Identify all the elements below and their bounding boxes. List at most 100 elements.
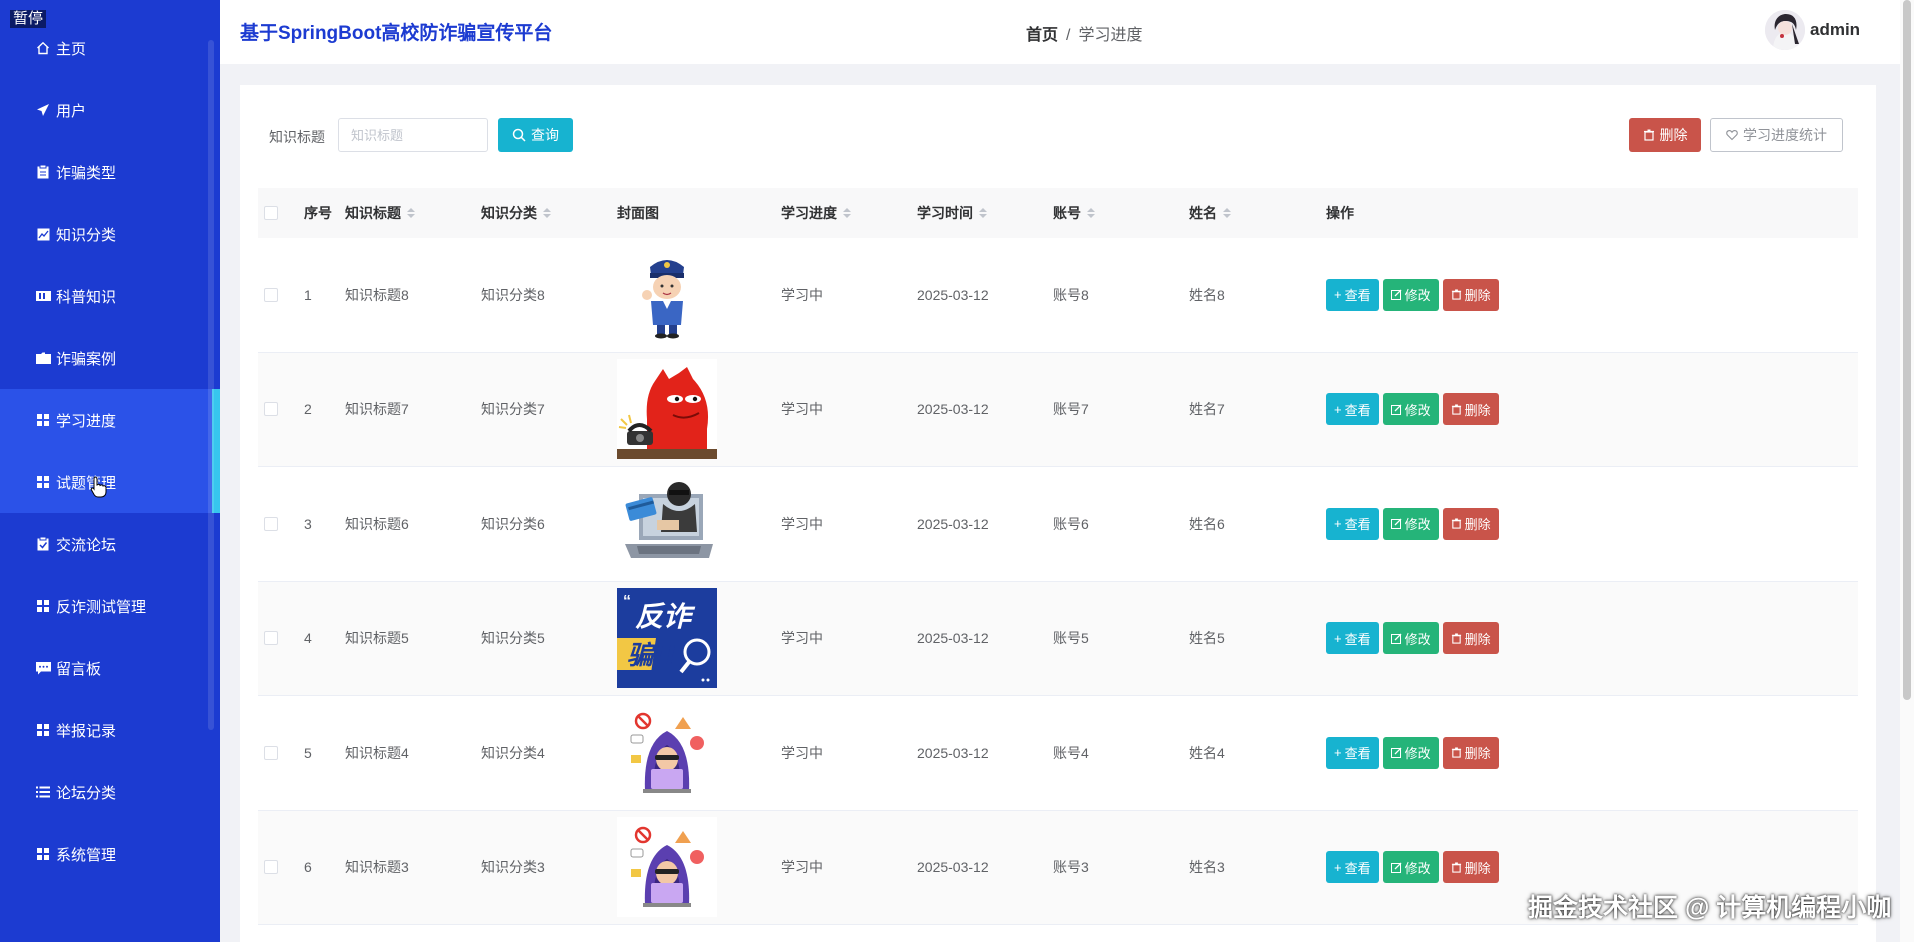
row-checkbox[interactable] — [264, 860, 278, 875]
delete-button[interactable]: 删除 — [1442, 393, 1499, 426]
progress-stats-button[interactable]: 学习进度统计 — [1710, 118, 1843, 152]
sort-caret-icon[interactable] — [843, 208, 851, 218]
cell-text: 知识分类8 — [481, 286, 545, 303]
sort-caret-icon[interactable] — [1223, 208, 1231, 218]
sidebar-item-9[interactable]: 交流论坛 — [0, 513, 220, 575]
sidebar-item-13[interactable]: 论坛分类 — [0, 761, 220, 823]
row-select-cell[interactable] — [264, 696, 278, 810]
sidebar-item-14[interactable]: 系统管理 — [0, 823, 220, 885]
cell-text: 知识标题7 — [345, 401, 409, 418]
anti-fraud-poster-cover[interactable]: “反诈 骗!! — [617, 588, 717, 689]
avatar[interactable] — [1765, 10, 1805, 50]
sidebar-item-1[interactable]: 主页 — [0, 17, 220, 79]
sort-caret-icon[interactable] — [979, 208, 987, 218]
delete-button[interactable]: 删除 — [1442, 851, 1499, 884]
sort-caret-icon[interactable] — [407, 208, 415, 218]
row-select-cell[interactable] — [264, 353, 278, 467]
title-search-input[interactable] — [338, 118, 488, 152]
view-button[interactable]: + 查看 — [1326, 278, 1379, 311]
hooded-hacker-cover[interactable] — [617, 702, 717, 803]
delete-button[interactable]: 删除 — [1442, 736, 1499, 769]
edit-icon — [1390, 518, 1402, 530]
delete-button-label: 删除 — [1464, 860, 1491, 876]
username[interactable]: admin — [1810, 20, 1860, 40]
content-card: 知识标题 查询 删除 学习进度统计 序号知识标题知识分类封面图学习进度学习时间账… — [240, 85, 1876, 942]
edit-button[interactable]: 修改 — [1382, 393, 1439, 426]
sidebar-item-label: 留言板 — [56, 660, 102, 678]
column-header-6[interactable]: 学习时间 — [917, 188, 987, 238]
edit-button[interactable]: 修改 — [1382, 507, 1439, 540]
sidebar-item-7[interactable]: 学习进度 — [0, 389, 220, 451]
row-select-cell[interactable] — [264, 238, 278, 352]
police-cover[interactable] — [617, 244, 717, 345]
cell-text: 1 — [304, 286, 312, 303]
search-button[interactable]: 查询 — [498, 118, 573, 152]
sidebar-item-8[interactable]: 试题管理 — [0, 451, 220, 513]
row-select-cell[interactable] — [264, 811, 278, 925]
header-select-all[interactable] — [264, 188, 278, 238]
delete-button[interactable]: 删除 — [1442, 622, 1499, 655]
delete-button[interactable]: 删除 — [1442, 507, 1499, 540]
progress-stats-label: 学习进度统计 — [1743, 127, 1827, 143]
sidebar-item-6[interactable]: 诈骗案例 — [0, 327, 220, 389]
sidebar-item-3[interactable]: 诈骗类型 — [0, 141, 220, 203]
cell-text: 2025-03-12 — [917, 859, 989, 876]
row-select-cell[interactable] — [264, 467, 278, 581]
column-header-label: 知识标题 — [345, 205, 401, 221]
column-header-2[interactable]: 知识标题 — [345, 188, 415, 238]
view-button[interactable]: + 查看 — [1326, 507, 1379, 540]
sort-caret-icon[interactable] — [1087, 208, 1095, 218]
scrollbar-thumb[interactable] — [1903, 0, 1911, 700]
edit-button[interactable]: 修改 — [1382, 622, 1439, 655]
row-checkbox[interactable] — [264, 287, 278, 302]
column-header-1: 序号 — [304, 188, 332, 238]
cell-text: 账号8 — [1053, 286, 1089, 303]
sidebar-item-label: 诈骗类型 — [56, 164, 117, 182]
breadcrumb-separator: / — [1066, 27, 1071, 44]
batch-delete-button[interactable]: 删除 — [1629, 118, 1701, 152]
sidebar-item-5[interactable]: 科普知识 — [0, 265, 220, 327]
red-monster-cover[interactable] — [617, 359, 717, 460]
edit-icon — [1390, 289, 1402, 301]
breadcrumb-home[interactable]: 首页 — [1026, 27, 1058, 44]
sort-caret-icon[interactable] — [543, 208, 551, 218]
row-checkbox[interactable] — [264, 516, 278, 531]
cell-time: 2025-03-12 — [917, 582, 989, 696]
cell-text: 5 — [304, 744, 312, 761]
edit-button[interactable]: 修改 — [1382, 736, 1439, 769]
clipboard-icon — [34, 165, 52, 179]
sidebar-item-4[interactable]: 知识分类 — [0, 203, 220, 265]
view-button[interactable]: + 查看 — [1326, 622, 1379, 655]
delete-button[interactable]: 删除 — [1442, 278, 1499, 311]
view-button[interactable]: + 查看 — [1326, 851, 1379, 884]
column-header-8[interactable]: 姓名 — [1189, 188, 1231, 238]
row-select-cell[interactable] — [264, 582, 278, 696]
view-button[interactable]: + 查看 — [1326, 736, 1379, 769]
top-header: 基于SpringBoot高校防诈骗宣传平台 首页 / 学习进度 admin — [220, 0, 1914, 64]
row-checkbox[interactable] — [264, 402, 278, 417]
cell-time: 2025-03-12 — [917, 238, 989, 352]
cell-text: 学习中 — [781, 744, 823, 761]
sidebar-item-11[interactable]: 留言板 — [0, 637, 220, 699]
sidebar-item-label: 举报记录 — [56, 722, 117, 740]
edit-button[interactable]: 修改 — [1382, 851, 1439, 884]
filter-label: 知识标题 — [269, 129, 325, 145]
row-checkbox[interactable] — [264, 745, 278, 760]
sidebar-item-12[interactable]: 举报记录 — [0, 699, 220, 761]
select-all-checkbox[interactable] — [264, 206, 278, 220]
view-button[interactable]: + 查看 — [1326, 393, 1379, 426]
cell-text: 学习中 — [781, 401, 823, 418]
column-header-7[interactable]: 账号 — [1053, 188, 1095, 238]
laptop-thief-cover[interactable] — [617, 473, 717, 574]
sidebar-item-10[interactable]: 反诈测试管理 — [0, 575, 220, 637]
column-header-3[interactable]: 知识分类 — [481, 188, 551, 238]
row-checkbox[interactable] — [264, 631, 278, 646]
avatar-image — [1765, 10, 1805, 50]
page-scrollbar[interactable] — [1900, 0, 1914, 942]
hooded-hacker-cover[interactable] — [617, 817, 717, 918]
cell-text: 6 — [304, 859, 312, 876]
edit-button[interactable]: 修改 — [1382, 278, 1439, 311]
cell-time: 2025-03-12 — [917, 696, 989, 810]
sidebar-item-2[interactable]: 用户 — [0, 79, 220, 141]
column-header-5[interactable]: 学习进度 — [781, 188, 851, 238]
